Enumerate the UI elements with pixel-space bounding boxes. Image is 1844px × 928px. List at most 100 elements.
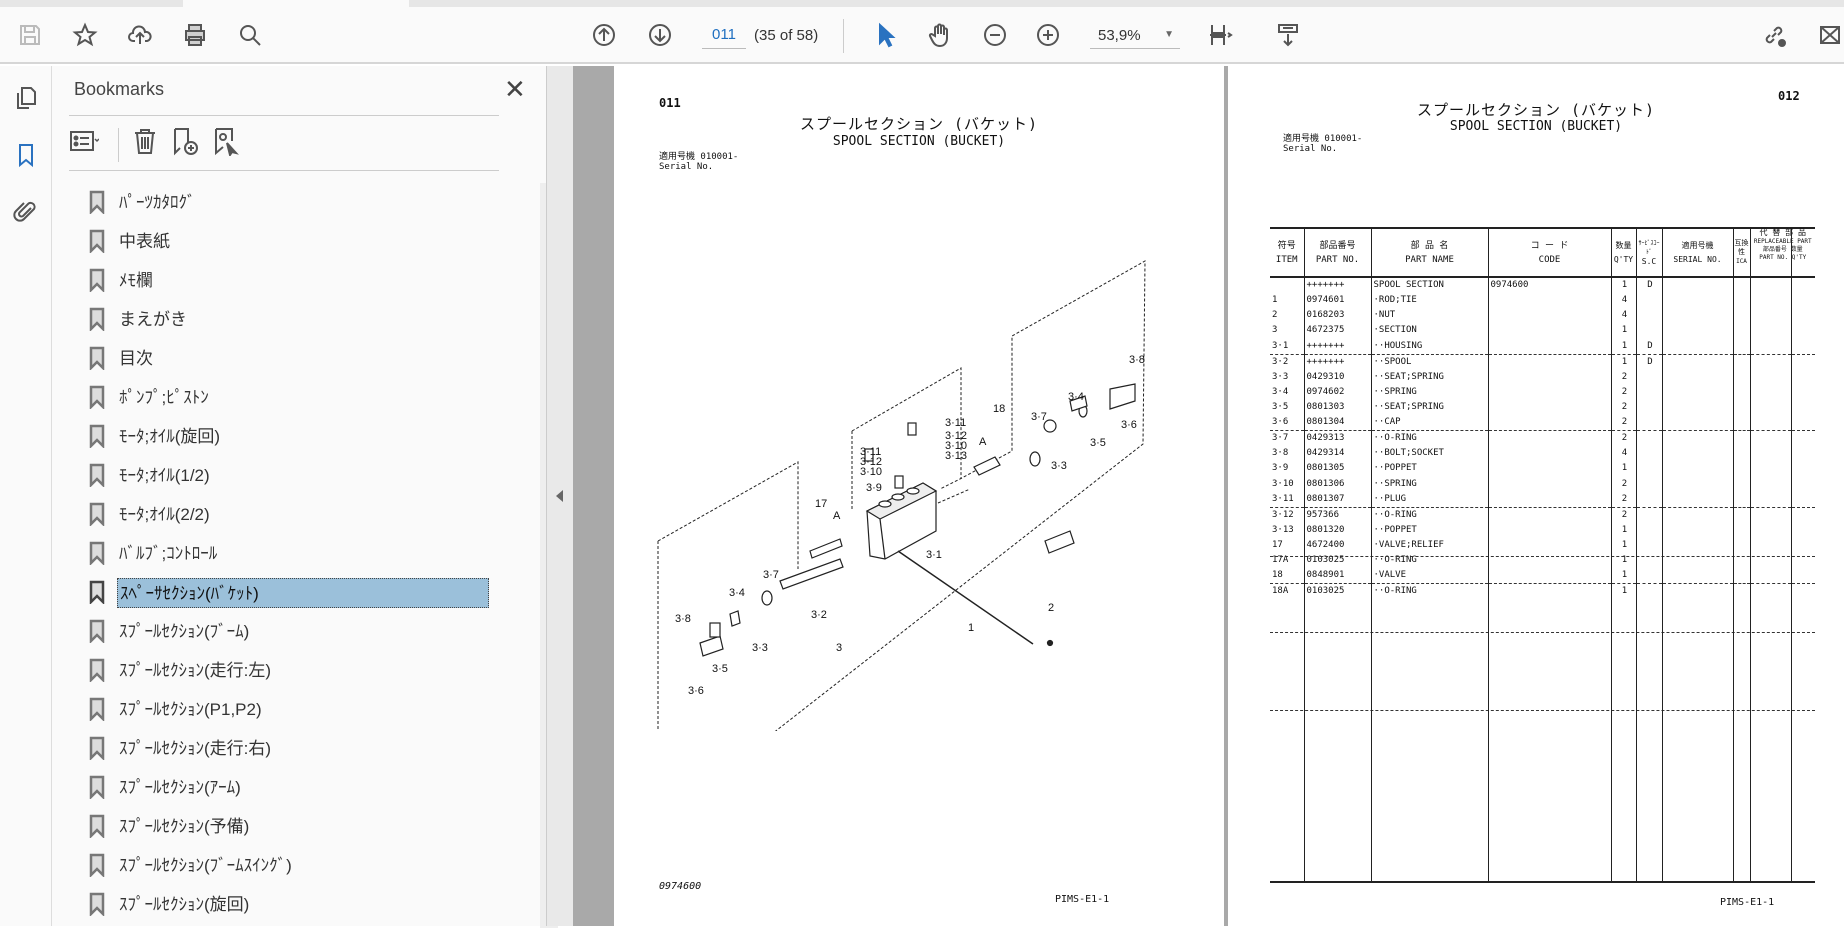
email-icon[interactable] bbox=[1814, 19, 1844, 51]
diagram-callout: 3·11 bbox=[945, 417, 966, 429]
bookmark-item[interactable]: ﾓｰﾀ;ｵｲﾙ(2/2) bbox=[69, 496, 509, 532]
cell-part-no: 0429314 bbox=[1303, 446, 1371, 462]
bookmark-icon bbox=[89, 775, 105, 799]
diagram-callout: 3·5 bbox=[712, 663, 728, 675]
cell-service-code bbox=[1635, 491, 1662, 508]
select-cursor-icon[interactable] bbox=[869, 19, 901, 51]
cell-part-no: 0848901 bbox=[1303, 568, 1371, 585]
bookmark-options-icon[interactable] bbox=[69, 126, 103, 160]
document-view[interactable]: 011 スプールセクション (バケット) SPOOL SECTION (BUCK… bbox=[573, 66, 1844, 926]
cell-part-no: 957366 bbox=[1303, 507, 1371, 523]
bookmark-item[interactable]: まえがき bbox=[69, 301, 509, 337]
bookmark-label: ｽﾌﾟｰﾙｾｸｼｮﾝ(ﾌﾞｰﾑｽｲﾝｸﾞ) bbox=[119, 856, 292, 875]
star-icon[interactable] bbox=[69, 19, 101, 51]
bookmark-icon bbox=[89, 268, 105, 292]
cell-service-code bbox=[1635, 446, 1662, 462]
page-number-input[interactable] bbox=[702, 21, 746, 49]
cell-service-code bbox=[1635, 293, 1662, 309]
zoom-out-icon[interactable] bbox=[979, 19, 1011, 51]
divider bbox=[69, 115, 499, 116]
cell-item: 3·5 bbox=[1272, 402, 1289, 413]
bookmark-item[interactable]: 中表紙 bbox=[69, 223, 509, 259]
hand-tool-icon[interactable] bbox=[924, 19, 956, 51]
cell-part-no: 0801320 bbox=[1303, 522, 1371, 538]
cloud-upload-icon[interactable] bbox=[124, 19, 156, 51]
cell-code: 0974600 bbox=[1487, 277, 1611, 293]
bookmark-icon bbox=[89, 814, 105, 838]
col-qty: 数量 Q'TY bbox=[1610, 229, 1636, 278]
panel-splitter[interactable] bbox=[546, 66, 573, 926]
collapse-panel-arrow-icon[interactable] bbox=[556, 490, 563, 502]
cell-service-code bbox=[1635, 537, 1662, 554]
share-link-icon[interactable] bbox=[1758, 19, 1790, 51]
page-number: 011 bbox=[659, 96, 681, 110]
diagram-callout: 3·3 bbox=[1051, 460, 1067, 472]
cell-part-no: 0801305 bbox=[1303, 461, 1371, 477]
footer-code: PIMS-E1-1 bbox=[1055, 894, 1110, 905]
bookmark-label: ｽﾌﾟｰﾙｾｸｼｮﾝ(P1,P2) bbox=[119, 700, 262, 719]
bookmark-item[interactable]: ﾎﾟﾝﾌﾟ;ﾋﾟｽﾄﾝ bbox=[69, 379, 509, 415]
new-bookmark-icon[interactable] bbox=[170, 126, 204, 160]
cell-part-name: ··SPRING bbox=[1370, 384, 1488, 400]
cell-part-no: 0168203 bbox=[1303, 308, 1371, 324]
cell-qty: 1 bbox=[1610, 522, 1636, 538]
cell-qty: 2 bbox=[1610, 384, 1636, 400]
bookmark-label: ﾒﾓ欄 bbox=[119, 271, 153, 290]
diagram-callout: 3·10 bbox=[860, 466, 882, 478]
next-page-icon[interactable] bbox=[644, 19, 676, 51]
diagram-callout: 2 bbox=[1048, 602, 1054, 614]
bookmark-item[interactable]: ﾊﾟｰﾂｶﾀﾛｸﾞ bbox=[69, 184, 509, 220]
bookmark-icon bbox=[89, 658, 105, 682]
previous-page-icon[interactable] bbox=[588, 19, 620, 51]
diagram-callout: 3·8 bbox=[675, 613, 691, 625]
cell-qty: 2 bbox=[1610, 491, 1636, 508]
bookmark-label: ｽﾍﾟｰｻｾｸｼｮﾝ(ﾊﾞｹｯﾄ) bbox=[117, 578, 489, 608]
bookmark-item[interactable]: ｽﾌﾟｰﾙｾｸｼｮﾝ(P1,P2) bbox=[69, 691, 509, 727]
cell-qty: 2 bbox=[1610, 415, 1636, 432]
diagram-callout: 3·7 bbox=[1031, 411, 1047, 423]
cell-service-code bbox=[1635, 583, 1662, 600]
bookmark-item[interactable]: ｽﾍﾟｰｻｾｸｼｮﾝ(ﾊﾞｹｯﾄ) bbox=[69, 574, 509, 610]
bookmark-item[interactable]: ｽﾌﾟｰﾙｾｸｼｮﾝ(ﾌﾞｰﾑｽｲﾝｸﾞ) bbox=[69, 847, 509, 883]
find-bookmark-icon[interactable] bbox=[211, 126, 245, 160]
save-icon[interactable] bbox=[14, 19, 46, 51]
attachments-icon[interactable] bbox=[10, 196, 42, 228]
cell-item: 3·12 bbox=[1272, 509, 1294, 520]
bookmark-item[interactable]: ｽﾌﾟｰﾙｾｸｼｮﾝ(ｱｰﾑ) bbox=[69, 769, 509, 805]
bookmark-icon bbox=[89, 697, 105, 721]
print-icon[interactable] bbox=[179, 19, 211, 51]
bookmark-label: ﾓｰﾀ;ｵｲﾙ(旋回) bbox=[119, 427, 221, 446]
bookmark-item[interactable]: ﾓｰﾀ;ｵｲﾙ(旋回) bbox=[69, 418, 509, 454]
fit-page-icon[interactable] bbox=[1204, 19, 1236, 51]
scroll-mode-icon[interactable] bbox=[1272, 19, 1304, 51]
cell-code bbox=[1487, 399, 1611, 416]
bookmark-item[interactable]: ﾒﾓ欄 bbox=[69, 262, 509, 298]
cell-item: 3·2 bbox=[1272, 356, 1289, 367]
diagram-callout: 3·5 bbox=[1090, 437, 1106, 449]
cell-item: 18 bbox=[1270, 568, 1304, 585]
search-icon[interactable] bbox=[234, 19, 266, 51]
bookmarks-icon[interactable] bbox=[10, 139, 42, 171]
bookmark-item[interactable]: ﾓｰﾀ;ｵｲﾙ(1/2) bbox=[69, 457, 509, 493]
active-tab[interactable] bbox=[183, 0, 409, 7]
cell-service-code bbox=[1635, 476, 1662, 492]
cell-qty: 2 bbox=[1610, 399, 1636, 416]
diagram-callout: 3·13 bbox=[945, 450, 967, 462]
col-code: コ ー ド CODE bbox=[1487, 229, 1611, 278]
diagram-callout: 3 bbox=[836, 642, 842, 654]
zoom-in-icon[interactable] bbox=[1032, 19, 1064, 51]
bookmark-item[interactable]: ｽﾌﾟｰﾙｾｸｼｮﾝ(走行:右) bbox=[69, 730, 509, 766]
bookmark-item[interactable]: ｽﾌﾟｰﾙｾｸｼｮﾝ(ﾌﾞｰﾑ) bbox=[69, 613, 509, 649]
cell-qty: 1 bbox=[1610, 568, 1636, 585]
bookmark-item[interactable]: 目次 bbox=[69, 340, 509, 376]
bookmark-item[interactable]: ﾊﾞﾙﾌﾞ;ｺﾝﾄﾛｰﾙ bbox=[69, 535, 509, 571]
title-english: SPOOL SECTION (BUCKET) bbox=[1449, 119, 1623, 134]
bookmark-item[interactable]: ｽﾌﾟｰﾙｾｸｼｮﾝ(走行:左) bbox=[69, 652, 509, 688]
zoom-level-select[interactable]: 53,9% ▼ bbox=[1090, 21, 1180, 49]
close-icon[interactable]: ✕ bbox=[504, 74, 526, 105]
page-thumbnails-icon[interactable] bbox=[10, 82, 42, 114]
cell-part-name: ··SEAT;SPRING bbox=[1370, 369, 1488, 385]
delete-bookmark-icon[interactable] bbox=[130, 126, 164, 160]
bookmark-item[interactable]: ｽﾌﾟｰﾙｾｸｼｮﾝ(予備) bbox=[69, 808, 509, 844]
bookmark-item[interactable]: ｽﾌﾟｰﾙｾｸｼｮﾝ(旋回) bbox=[69, 886, 509, 922]
